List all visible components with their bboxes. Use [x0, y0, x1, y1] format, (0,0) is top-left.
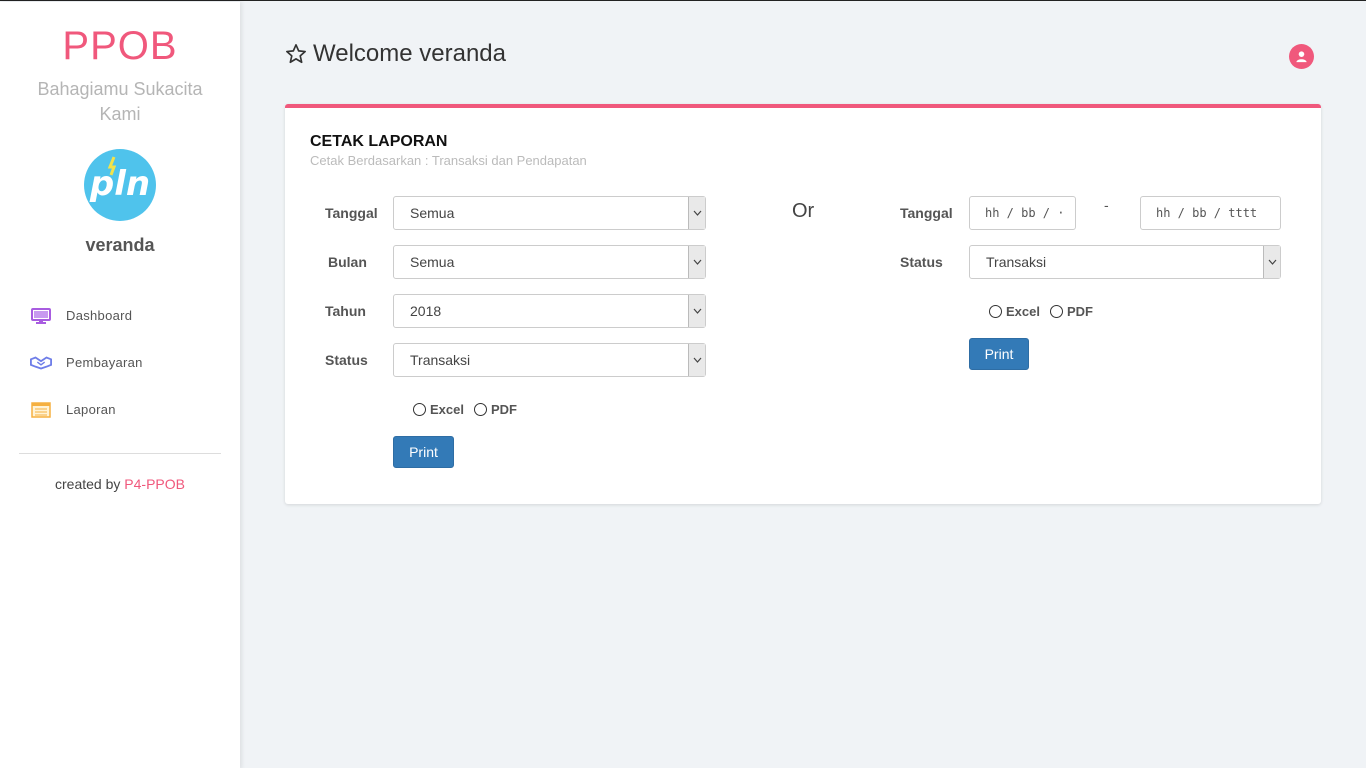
- select-value: Transaksi: [410, 352, 471, 368]
- sidebar-item-dashboard[interactable]: Dashboard: [0, 292, 240, 339]
- select-value: 2018: [410, 303, 442, 319]
- left-bulan-select[interactable]: Semua: [393, 245, 706, 279]
- right-pdf-option: PDF: [1049, 304, 1093, 319]
- sidebar-nav: Dashboard Pembayaran Laporan: [0, 292, 240, 433]
- credit-prefix: created by: [55, 476, 125, 492]
- left-format-radio-group: Excel PDF: [413, 402, 527, 417]
- left-tahun-label: Tahun: [325, 303, 366, 319]
- left-status-label: Status: [325, 352, 368, 368]
- chevron-down-icon: [688, 197, 705, 229]
- chevron-down-icon: [688, 295, 705, 327]
- sidebar-divider: [19, 453, 221, 454]
- footer-credit: created by P4-PPOB: [0, 476, 240, 492]
- chevron-down-icon: [688, 344, 705, 376]
- list-icon: [30, 401, 52, 419]
- left-tanggal-select[interactable]: Semua: [393, 196, 706, 230]
- left-status-select[interactable]: Transaksi: [393, 343, 706, 377]
- right-tanggal-label: Tanggal: [900, 205, 953, 221]
- date-from-input[interactable]: hh / bb / ·: [969, 196, 1076, 230]
- chevron-down-icon: [688, 246, 705, 278]
- welcome-text: Welcome veranda: [313, 40, 506, 67]
- left-excel-radio[interactable]: [413, 403, 426, 416]
- sidebar-item-laporan[interactable]: Laporan: [0, 386, 240, 433]
- radio-label: PDF: [1066, 304, 1093, 319]
- left-tanggal-label: Tanggal: [325, 205, 378, 221]
- brand-title: PPOB: [62, 24, 178, 68]
- right-print-button[interactable]: Print: [969, 338, 1029, 370]
- pln-logo-icon: pln: [89, 156, 150, 204]
- page-title: Welcome veranda: [285, 40, 506, 68]
- star-icon: [285, 43, 307, 65]
- brand-tagline: Bahagiamu Sukacita Kami: [37, 79, 203, 124]
- svg-text:pln: pln: [89, 164, 150, 204]
- left-bulan-label: Bulan: [328, 254, 367, 270]
- radio-label: Excel: [1006, 304, 1040, 319]
- sidebar-item-label: Dashboard: [66, 308, 133, 323]
- credit-link[interactable]: P4-PPOB: [124, 476, 185, 492]
- select-value: Transaksi: [986, 254, 1047, 270]
- sidebar-item-label: Pembayaran: [66, 355, 143, 370]
- date-range-separator: -: [1104, 197, 1109, 213]
- report-card: CETAK LAPORAN Cetak Berdasarkan : Transa…: [285, 104, 1321, 504]
- card-title: CETAK LAPORAN: [310, 133, 448, 150]
- handshake-icon: [30, 354, 52, 372]
- right-excel-radio[interactable]: [989, 305, 1002, 318]
- right-pdf-radio[interactable]: [1049, 305, 1063, 318]
- date-to-input[interactable]: hh / bb / tttt: [1140, 196, 1281, 230]
- left-pdf-radio[interactable]: [473, 403, 487, 416]
- select-value: Semua: [410, 254, 455, 270]
- chevron-down-icon: [1263, 246, 1280, 278]
- radio-label: Excel: [430, 402, 464, 417]
- or-separator: Or: [792, 200, 815, 222]
- left-print-button[interactable]: Print: [393, 436, 454, 468]
- pln-logo: pln: [84, 149, 156, 221]
- radio-label: PDF: [490, 402, 517, 417]
- sidebar-item-pembayaran[interactable]: Pembayaran: [0, 339, 240, 386]
- sidebar-item-label: Laporan: [66, 402, 116, 417]
- right-status-select[interactable]: Transaksi: [969, 245, 1281, 279]
- user-avatar-icon[interactable]: [1289, 44, 1314, 69]
- monitor-icon: [30, 307, 52, 325]
- left-excel-option: Excel: [413, 402, 464, 417]
- right-excel-option: Excel: [989, 304, 1040, 319]
- card-subtitle: Cetak Berdasarkan : Transaksi dan Pendap…: [310, 153, 587, 168]
- right-format-radio-group: Excel PDF: [989, 304, 1103, 319]
- sidebar-username: veranda: [85, 235, 155, 255]
- select-value: Semua: [410, 205, 455, 221]
- right-status-label: Status: [900, 254, 943, 270]
- sidebar: PPOB Bahagiamu Sukacita Kami pln veranda…: [0, 2, 240, 768]
- left-pdf-option: PDF: [473, 402, 517, 417]
- left-tahun-select[interactable]: 2018: [393, 294, 706, 328]
